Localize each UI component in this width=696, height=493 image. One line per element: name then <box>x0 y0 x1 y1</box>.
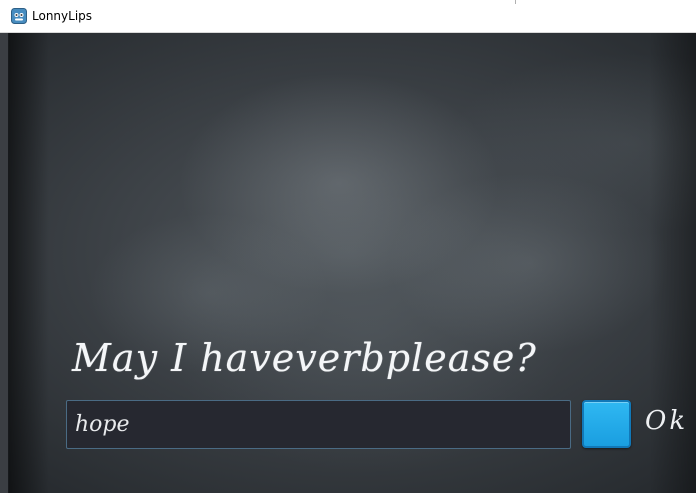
game-engine-app-icon <box>11 8 27 24</box>
window-left-edge <box>0 33 9 493</box>
word-prompt: May I haveverbplease? <box>72 336 537 380</box>
window-title: LonnyLips <box>32 9 93 23</box>
app-window: LonnyLips May I haveverbplease? Ok <box>0 0 696 493</box>
answer-input[interactable] <box>66 400 571 449</box>
ok-label[interactable]: Ok <box>645 406 688 436</box>
title-bar[interactable]: LonnyLips <box>0 0 696 33</box>
titlebar-divider <box>515 0 516 4</box>
ok-button[interactable] <box>582 400 631 448</box>
